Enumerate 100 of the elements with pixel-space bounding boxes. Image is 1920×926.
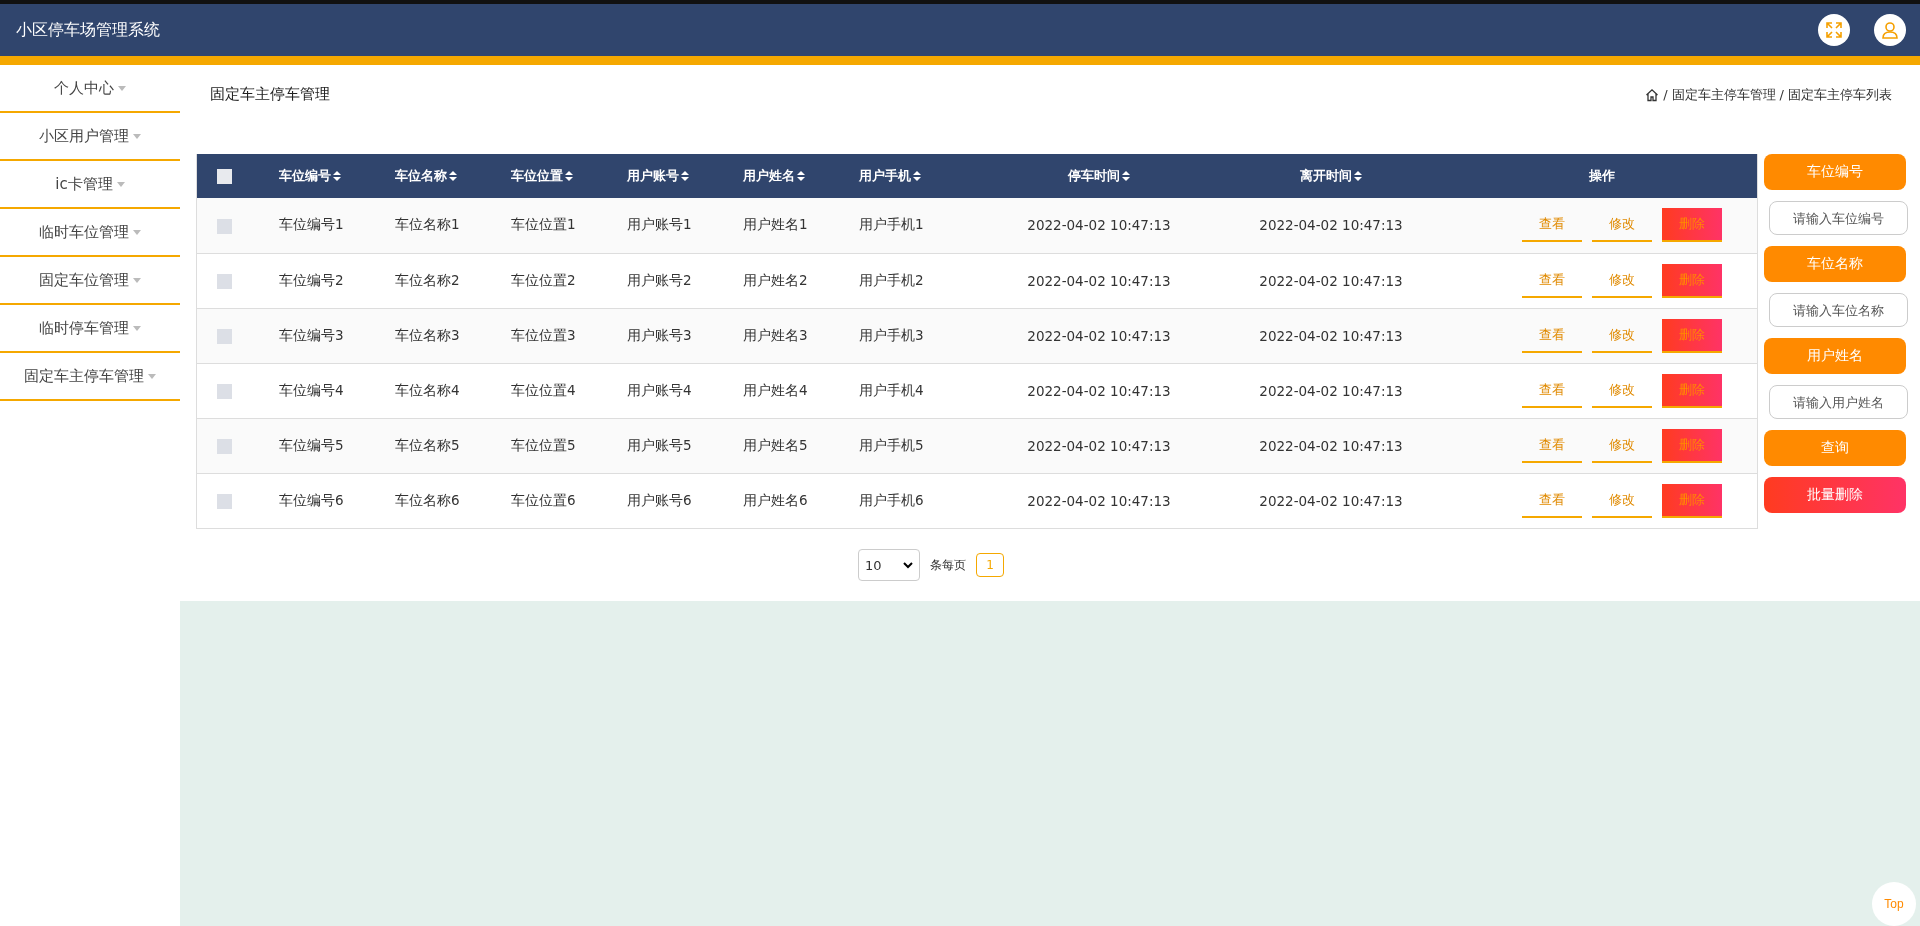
fullscreen-icon[interactable] (1818, 14, 1850, 46)
table-cell: 2022-04-02 10:47:13 (1027, 272, 1171, 289)
table-cell: 用户姓名3 (743, 326, 808, 343)
sort-icon[interactable] (1122, 171, 1130, 181)
delete-button[interactable]: 删除 (1662, 318, 1722, 353)
table-cell: 车位编号4 (279, 381, 344, 398)
delete-button[interactable]: 删除 (1662, 208, 1722, 243)
table-cell: 2022-04-02 10:47:13 (1027, 327, 1171, 344)
edit-button[interactable]: 修改 (1592, 318, 1652, 353)
chevron-down-icon (903, 561, 913, 569)
delete-button[interactable]: 删除 (1662, 263, 1722, 298)
column-header[interactable]: 用户手机 (859, 167, 921, 185)
column-header[interactable]: 车位名称 (395, 167, 457, 185)
field-label: 车位名称 (1764, 246, 1906, 282)
column-header[interactable]: 用户姓名 (743, 167, 805, 185)
table-cell: 车位编号5 (279, 436, 344, 453)
table-cell: 车位位置3 (511, 326, 576, 343)
app-title: 小区停车场管理系统 (16, 19, 160, 41)
table-cell: 用户账号3 (627, 326, 692, 343)
column-header[interactable]: 离开时间 (1300, 167, 1362, 185)
column-header[interactable]: 用户账号 (627, 167, 689, 185)
view-button[interactable]: 查看 (1522, 373, 1582, 408)
edit-button[interactable]: 修改 (1592, 263, 1652, 298)
table-cell: 车位名称3 (395, 326, 460, 343)
table-cell: 用户账号4 (627, 381, 692, 398)
column-header[interactable]: 车位编号 (279, 167, 341, 185)
delete-button[interactable]: 删除 (1662, 483, 1722, 518)
edit-button[interactable]: 修改 (1592, 428, 1652, 463)
table-cell: 用户手机1 (859, 216, 924, 233)
table-cell: 用户手机3 (859, 326, 924, 343)
table-cell: 2022-04-02 10:47:13 (1259, 382, 1403, 399)
table-cell: 车位位置5 (511, 436, 576, 453)
search-button[interactable]: 查询 (1764, 430, 1906, 466)
view-button[interactable]: 查看 (1522, 263, 1582, 298)
back-to-top-button[interactable]: Top (1872, 882, 1916, 926)
breadcrumb-separator: / (1663, 87, 1668, 102)
row-checkbox[interactable] (217, 328, 232, 344)
user-icon[interactable] (1874, 14, 1906, 46)
row-checkbox[interactable] (217, 273, 232, 289)
search-field[interactable]: 请输入车位名称 (1769, 293, 1908, 327)
column-header[interactable]: 车位位置 (511, 167, 573, 185)
table-cell: 用户账号5 (627, 436, 692, 453)
table-cell: 车位位置4 (511, 381, 576, 398)
sort-icon[interactable] (681, 171, 689, 181)
table-cell: 用户账号2 (627, 271, 692, 288)
row-checkbox[interactable] (217, 438, 232, 454)
table-cell: 用户姓名2 (743, 271, 808, 288)
table-cell: 车位编号2 (279, 271, 344, 288)
table-cell: 车位位置2 (511, 271, 576, 288)
view-button[interactable]: 查看 (1522, 483, 1582, 518)
edit-button[interactable]: 修改 (1592, 373, 1652, 408)
table-cell: 2022-04-02 10:47:13 (1027, 437, 1171, 454)
table-cell: 2022-04-02 10:47:13 (1259, 437, 1403, 454)
table-cell: 2022-04-02 10:47:13 (1027, 492, 1171, 509)
sort-icon[interactable] (1354, 171, 1362, 181)
table-cell: 用户姓名1 (743, 216, 808, 233)
table-cell: 用户手机5 (859, 436, 924, 453)
table-cell: 车位编号3 (279, 326, 344, 343)
batch-delete-button[interactable]: 批量删除 (1764, 477, 1906, 513)
view-button[interactable]: 查看 (1522, 318, 1582, 353)
delete-button[interactable]: 删除 (1662, 428, 1722, 463)
delete-button[interactable]: 删除 (1662, 373, 1722, 408)
row-checkbox[interactable] (217, 494, 232, 509)
row-checkbox[interactable] (217, 218, 232, 234)
breadcrumb-item: 固定车主停车管理 (1671, 85, 1776, 104)
breadcrumb-item: 固定车主停车列表 (1788, 85, 1892, 104)
table-cell: 2022-04-02 10:47:13 (1259, 327, 1403, 344)
row-checkbox[interactable] (217, 383, 232, 399)
edit-button[interactable]: 修改 (1592, 483, 1652, 518)
table-cell: 车位名称6 (395, 491, 460, 508)
table-cell: 用户姓名4 (743, 381, 808, 398)
table-cell: 车位编号6 (279, 491, 344, 508)
table-cell: 车位编号1 (279, 216, 344, 233)
table-cell: 2022-04-02 10:47:13 (1259, 492, 1403, 509)
view-button[interactable]: 查看 (1522, 208, 1582, 243)
breadcrumb-separator: / (1779, 87, 1784, 102)
search-field[interactable]: 请输入用户姓名 (1769, 385, 1908, 419)
table-cell: 用户手机2 (859, 271, 924, 288)
home-icon[interactable] (1645, 87, 1660, 102)
column-header[interactable]: 停车时间 (1068, 167, 1130, 185)
page-button[interactable]: 1 (976, 553, 1004, 577)
sort-icon[interactable] (797, 171, 805, 181)
table-cell: 用户手机4 (859, 381, 924, 398)
table-cell: 用户账号6 (627, 491, 692, 508)
page-size-label: 条每页 (930, 556, 966, 574)
table-cell: 用户手机6 (859, 491, 924, 508)
view-button[interactable]: 查看 (1522, 428, 1582, 463)
edit-button[interactable]: 修改 (1592, 208, 1652, 243)
select-all-checkbox[interactable] (217, 169, 232, 184)
sort-icon[interactable] (565, 171, 573, 181)
sort-icon[interactable] (333, 171, 341, 181)
sort-icon[interactable] (913, 171, 921, 181)
table-cell: 2022-04-02 10:47:13 (1027, 382, 1171, 399)
table-cell: 车位名称4 (395, 381, 460, 398)
page-title: 固定车主停车管理 (210, 85, 330, 104)
table-cell: 2022-04-02 10:47:13 (1027, 217, 1171, 234)
search-field[interactable]: 请输入车位编号 (1769, 201, 1908, 235)
sort-icon[interactable] (449, 171, 457, 181)
table-cell: 车位名称5 (395, 436, 460, 453)
page-size-select[interactable]: 10 (858, 549, 920, 581)
